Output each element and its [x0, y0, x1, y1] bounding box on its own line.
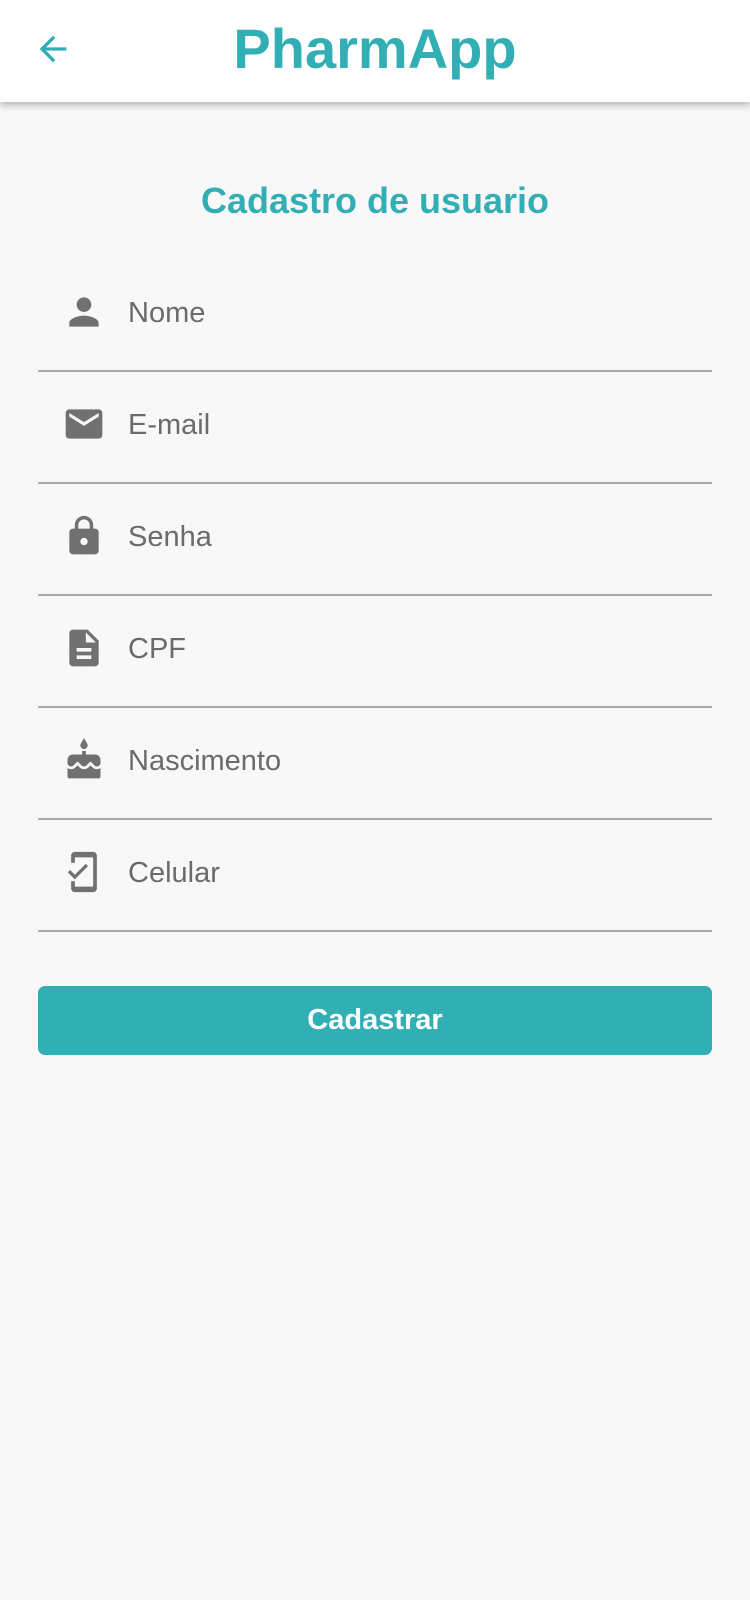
person-icon [62, 290, 106, 334]
phone-check-icon [62, 850, 106, 894]
birthdate-field[interactable] [38, 708, 712, 820]
lock-icon [62, 514, 106, 558]
name-field[interactable] [38, 260, 712, 372]
password-field[interactable] [38, 484, 712, 596]
registration-form [38, 260, 712, 932]
email-input[interactable] [128, 400, 688, 450]
phone-field[interactable] [38, 820, 712, 932]
app-bar: PharmApp [0, 0, 750, 102]
mail-icon [62, 402, 106, 446]
app-title: PharmApp [233, 17, 517, 80]
cpf-field[interactable] [38, 596, 712, 708]
register-button[interactable]: Cadastrar [38, 986, 712, 1055]
email-field[interactable] [38, 372, 712, 484]
birthdate-input[interactable] [128, 736, 688, 786]
phone-input[interactable] [128, 848, 688, 898]
password-input[interactable] [128, 512, 688, 562]
name-input[interactable] [128, 288, 688, 338]
document-icon [62, 626, 106, 670]
cake-icon [62, 738, 106, 782]
cpf-input[interactable] [128, 624, 688, 674]
form-title: Cadastro de usuario [200, 180, 550, 221]
